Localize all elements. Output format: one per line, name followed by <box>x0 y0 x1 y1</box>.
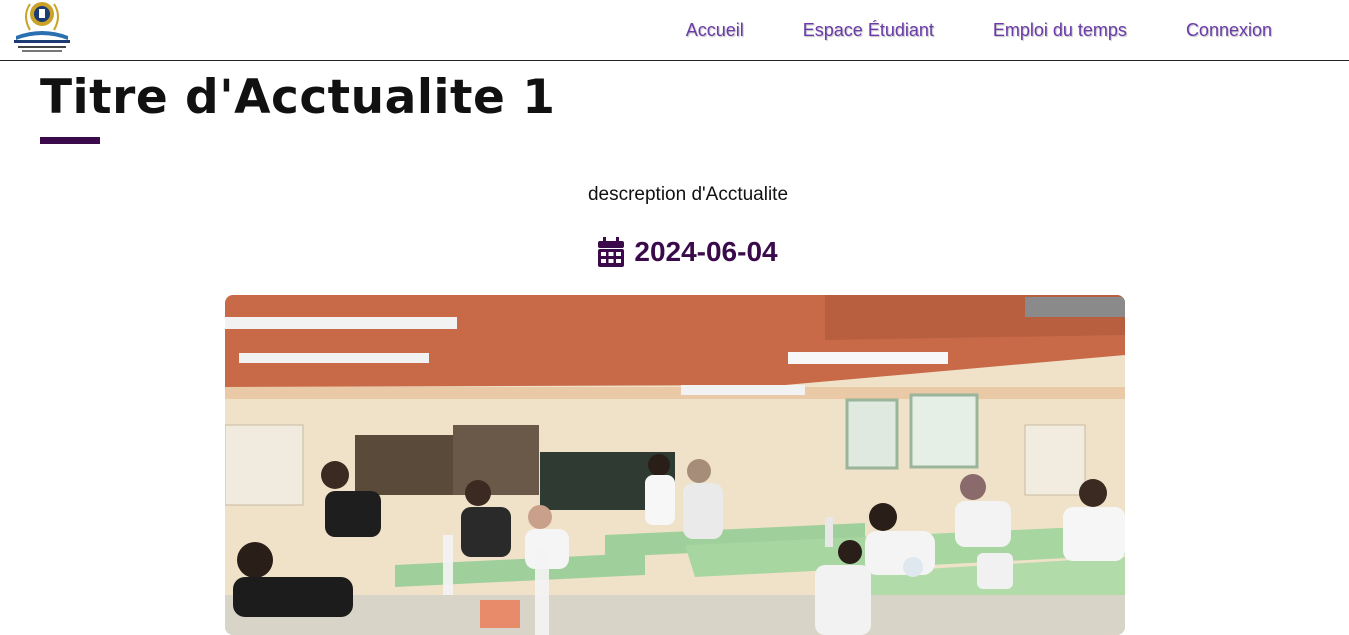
nav-link-espace-etudiant[interactable]: Espace Étudiant <box>803 20 934 41</box>
top-navbar: Accueil Espace Étudiant Emploi du temps … <box>0 0 1349 61</box>
nav-link-emploi-du-temps[interactable]: Emploi du temps <box>993 20 1127 41</box>
nav-link-accueil[interactable]: Accueil <box>686 20 744 41</box>
article-description: descreption d'Acctualite <box>587 184 789 205</box>
date-text: 2024-06-04 <box>634 236 778 267</box>
school-logo[interactable] <box>8 0 76 58</box>
nav-link-connexion[interactable]: Connexion <box>1186 20 1272 41</box>
logo-emblem <box>14 2 70 52</box>
lab-classroom-photo <box>225 295 1125 635</box>
page-title: Titre d'Acctualite 1 <box>40 70 556 125</box>
article-image <box>225 295 1125 635</box>
article-date: 2024-06-04 <box>0 236 1349 268</box>
calendar-icon <box>598 237 625 267</box>
title-underline <box>40 137 100 144</box>
main-nav: Accueil Espace Étudiant Emploi du temps … <box>686 0 1349 61</box>
